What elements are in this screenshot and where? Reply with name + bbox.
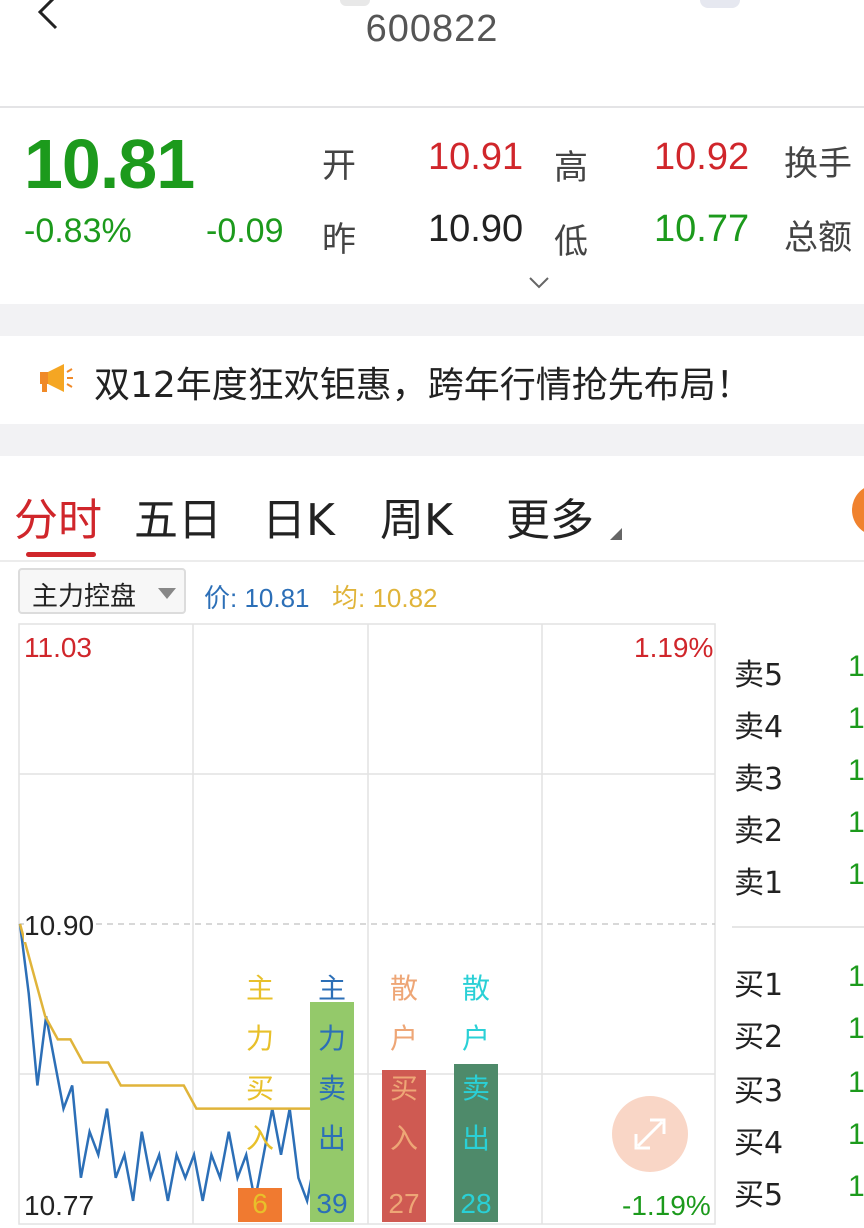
- indicator-select[interactable]: 主力控盘: [18, 568, 186, 614]
- next-stock-tab[interactable]: [700, 0, 740, 8]
- change-percent: -0.83%: [24, 212, 132, 250]
- tab-daily-k[interactable]: 日K: [262, 484, 335, 548]
- buy3-price: 10: [848, 1066, 864, 1099]
- tab-intraday[interactable]: 分时: [14, 484, 102, 548]
- open-value: 10.91: [428, 136, 524, 178]
- buy1-label: 买1: [734, 968, 784, 1003]
- floating-action-button[interactable]: [852, 484, 864, 536]
- active-tab-indicator: [26, 552, 96, 557]
- buy2-label: 买2: [734, 1020, 784, 1055]
- buy3-label: 买3: [734, 1074, 784, 1109]
- promo-text: 双12年度狂欢钜惠，跨年行情抢先布局！: [94, 365, 752, 406]
- low-value: 10.77: [654, 208, 750, 250]
- buy1-price: 10: [848, 960, 864, 993]
- price-legend: 价: 10.81: [204, 583, 310, 613]
- spacer: [0, 424, 864, 456]
- stock-detail-page: 600822 10.81 -0.83% -0.09 开 10.91 昨 10.9…: [0, 0, 864, 1228]
- average-price-line: [18, 923, 323, 1110]
- sell3-label: 卖3: [734, 762, 784, 797]
- quote-panel: 10.81 -0.83% -0.09 开 10.91 昨 10.90 高 10.…: [0, 108, 864, 304]
- flow-bar-value: 27: [388, 1188, 420, 1219]
- buy5-price: 10: [848, 1170, 864, 1203]
- tab-weekly-k[interactable]: 周K: [380, 484, 453, 548]
- divider: [0, 560, 864, 562]
- chevron-down-icon[interactable]: [528, 276, 550, 290]
- sell4-label: 卖4: [734, 710, 784, 745]
- flow-bar-label: 散户买入: [389, 972, 418, 1155]
- chart-section: 分时 五日 日K 周K 更多 主力控盘 价: 10.81 均: 10.82 11…: [0, 456, 864, 1228]
- prev-stock-tab[interactable]: [340, 0, 370, 6]
- order-book: 卖5 10 卖4 10 卖3 10 卖2 10 卖1 10 买1 10 买2 1…: [720, 624, 864, 1228]
- expand-arrows-icon: [634, 1118, 666, 1150]
- y-min-label: 10.77: [24, 1190, 95, 1221]
- flow-bar-value: 28: [460, 1188, 492, 1219]
- sell2-price: 10: [848, 806, 864, 839]
- turnover-label: 换手: [784, 144, 852, 184]
- sell5-label: 卖5: [734, 658, 784, 693]
- stock-code: 600822: [365, 8, 499, 50]
- y-ref-label: 10.90: [24, 910, 95, 942]
- buy5-label: 买5: [734, 1178, 784, 1213]
- buy4-label: 买4: [734, 1126, 784, 1161]
- fullscreen-button[interactable]: [612, 1096, 688, 1172]
- open-label: 开: [322, 146, 356, 186]
- buy2-price: 10: [848, 1012, 864, 1045]
- buy4-price: 10: [848, 1118, 864, 1151]
- prev-close-value: 10.90: [428, 208, 524, 250]
- tab-more[interactable]: 更多: [506, 484, 594, 548]
- megaphone-icon: [40, 364, 73, 392]
- dropdown-caret-icon: [158, 588, 176, 599]
- pct-max-label: 1.19%: [634, 632, 714, 663]
- flow-bar-label: 散户卖出: [461, 972, 490, 1155]
- flow-bar-value: 39: [316, 1188, 348, 1219]
- flow-bar-label: 主力买入: [245, 972, 274, 1155]
- sell1-label: 卖1: [734, 866, 784, 901]
- current-price: 10.81: [24, 125, 195, 203]
- caret-icon: [610, 528, 622, 540]
- low-label: 低: [554, 222, 588, 262]
- flow-bar-label: 主力卖出: [317, 972, 346, 1155]
- sell5-price: 10: [848, 650, 864, 683]
- period-tabs: 分时 五日 日K 周K 更多: [0, 456, 864, 560]
- sell4-price: 10: [848, 702, 864, 735]
- high-label: 高: [554, 148, 588, 188]
- high-value: 10.92: [654, 136, 750, 178]
- promo-banner[interactable]: 双12年度狂欢钜惠，跨年行情抢先布局！: [0, 336, 864, 424]
- price-line: [18, 923, 326, 1206]
- sell1-price: 10: [848, 858, 864, 891]
- change-amount: -0.09: [206, 212, 284, 250]
- tab-five-day[interactable]: 五日: [134, 484, 222, 548]
- indicator-select-value: 主力控盘: [32, 582, 137, 612]
- y-max-label: 11.03: [24, 632, 92, 663]
- sell2-label: 卖2: [734, 814, 784, 849]
- flow-bar-value: 6: [252, 1188, 268, 1219]
- prev-close-label: 昨: [322, 220, 356, 260]
- order-book-divider: [732, 926, 864, 928]
- pct-min-label: -1.19%: [622, 1190, 711, 1221]
- avg-legend: 均: 10.82: [332, 583, 438, 613]
- spacer: [0, 304, 864, 336]
- sell3-price: 10: [848, 754, 864, 787]
- amount-label: 总额: [784, 218, 852, 258]
- top-bar: 600822: [0, 0, 864, 106]
